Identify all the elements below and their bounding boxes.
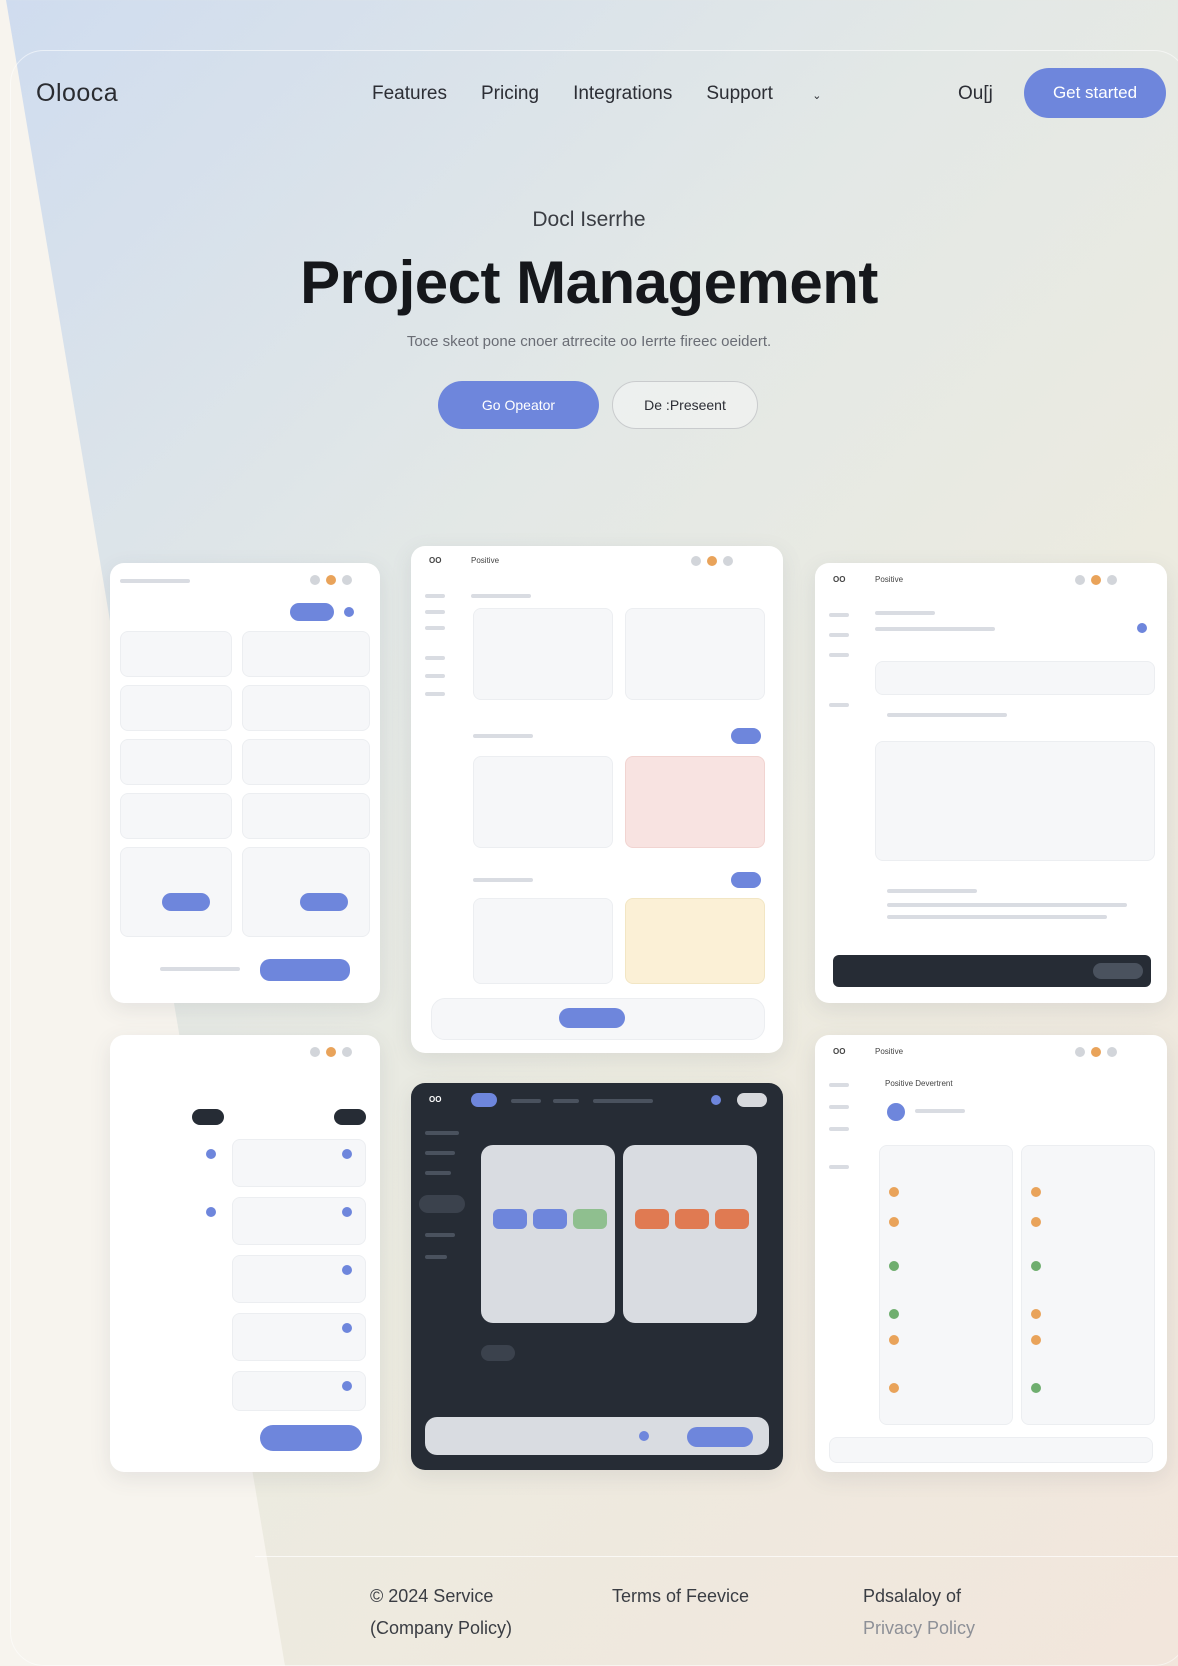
get-started-button[interactable]: Get started [1024,68,1166,118]
card-heading: Positive Devertrent [885,1079,953,1088]
footer-company-policy-link[interactable]: (Company Policy) [370,1612,512,1644]
footer-terms-link[interactable]: Terms of Feevice [612,1580,749,1612]
secondary-cta-button[interactable]: De :Preseent [612,381,758,429]
nav-link-support-label: Support [706,83,773,104]
footer-copyright-line: © 2024 Service [370,1586,494,1606]
logo[interactable]: Olooca [36,79,118,108]
footer-terms: Terms of Feevice [612,1580,749,1612]
login-link[interactable]: Ou[j [958,83,993,105]
card-title: Positive [471,556,500,565]
footer-privacy: Pdsalaloy of Privacy Policy [863,1580,975,1644]
nav-links: Features Pricing Integrations Support ⌄ [372,83,889,105]
footer-privacy-heading: Pdsalaloy of [863,1586,962,1606]
nav-link-integrations[interactable]: Integrations [573,83,672,105]
page-title: Project Management [300,249,878,316]
chevron-down-icon: ⌄ [812,90,822,102]
footer-copyright: © 2024 Service (Company Policy) [370,1580,512,1644]
hero-subtitle: Toce skeot pone cnoer atrrecite oo Ierrt… [406,333,772,350]
preview-card-detail: OO Positive [815,563,1167,1003]
card-title: Positive [875,1047,904,1056]
primary-cta-button[interactable]: Go Opeator [438,381,599,429]
card-title: Positive [875,575,904,584]
preview-card-columns: OO Positive Positive Devertrent [815,1035,1167,1472]
preview-card-board: OO Positive [411,546,783,1053]
preview-card-dark-board: OO [411,1083,783,1470]
footer-privacy-link[interactable]: Privacy Policy [863,1612,975,1644]
nav-link-features[interactable]: Features [372,83,447,105]
footer: © 2024 Service (Company Policy) Terms of… [0,1556,1178,1666]
top-navigation: Olooca Features Pricing Integrations Sup… [36,68,1166,120]
preview-card-tasks [110,1035,380,1472]
nav-link-pricing[interactable]: Pricing [481,83,539,105]
preview-card-list [110,563,380,1003]
nav-link-support[interactable]: Support ⌄ [706,83,855,105]
hero-eyebrow: Docl Iserrhe [532,208,646,231]
